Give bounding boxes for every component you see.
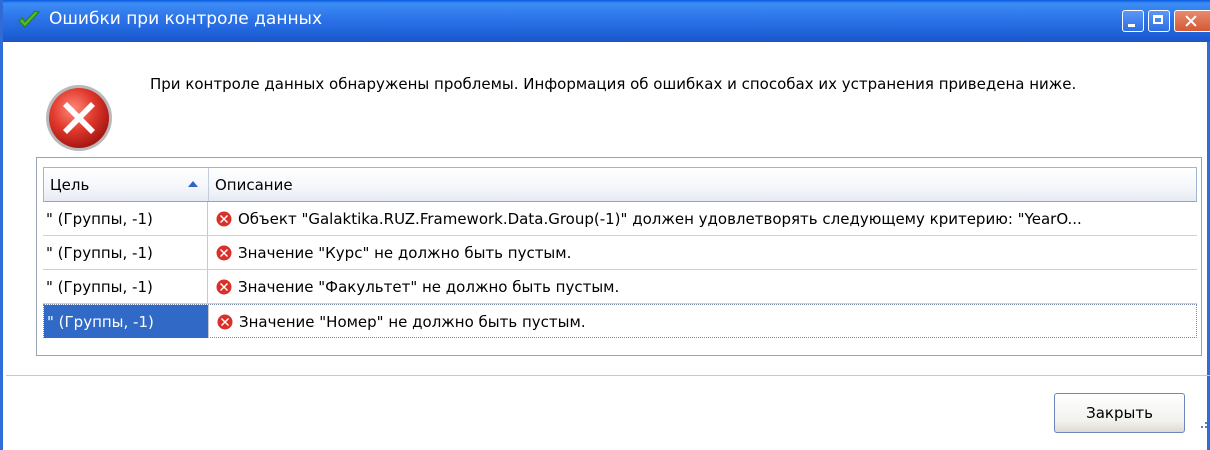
dialog-window: Ошибки при контроле данных При контроле … [0,0,1210,450]
description-cell[interactable]: Объект "Galaktika.RUZ.Framework.Data.Gro… [208,202,1195,235]
error-small-icon [216,279,232,295]
divider [6,375,1210,376]
target-cell-text: " (Группы, -1) [46,278,153,296]
description-cell[interactable]: Значение "Курс" не должно быть пустым. [208,236,1195,269]
green-checkmark-icon [18,10,40,28]
window-title: Ошибки при контроле данных [49,9,323,29]
column-header-description-label: Описание [215,176,293,194]
target-cell[interactable]: " (Группы, -1) [44,305,209,338]
table-row[interactable]: " (Группы, -1) Значение "Курс" не должно… [43,236,1197,270]
info-message: При контроле данных обнаружены проблемы.… [150,75,1077,93]
description-cell[interactable]: Значение "Факультет" не должно быть пуст… [208,270,1195,303]
table-row[interactable]: " (Группы, -1) Значение "Факультет" не д… [43,270,1197,304]
error-small-icon [216,211,232,227]
errors-grid[interactable]: Цель Описание " (Группы, -1) Объект "Gal… [36,157,1202,356]
description-cell[interactable]: Значение "Номер" не должно быть пустым. [209,305,1196,338]
maximize-button[interactable] [1148,10,1170,32]
column-header-description[interactable]: Описание [209,168,1196,201]
target-cell-text: " (Группы, -1) [46,210,153,228]
close-button[interactable]: Закрыть [1054,393,1185,433]
target-cell-text: " (Группы, -1) [47,313,154,331]
error-circle-icon [46,85,112,151]
target-cell-text: " (Группы, -1) [46,244,153,262]
description-cell-text: Значение "Курс" не должно быть пустым. [238,244,572,262]
minimize-button[interactable] [1122,10,1144,32]
target-cell[interactable]: " (Группы, -1) [43,202,208,235]
column-header-target[interactable]: Цель [44,168,209,201]
close-window-button[interactable] [1174,10,1210,32]
grid-header: Цель Описание [43,167,1197,202]
description-cell-text: Объект "Galaktika.RUZ.Framework.Data.Gro… [238,210,1082,228]
description-cell-text: Значение "Номер" не должно быть пустым. [239,313,586,331]
table-row[interactable]: " (Группы, -1) Объект "Galaktika.RUZ.Fra… [43,202,1197,236]
error-small-icon [216,245,232,261]
title-bar[interactable]: Ошибки при контроле данных [3,0,1210,42]
target-cell[interactable]: " (Группы, -1) [43,236,208,269]
resize-grip-icon[interactable] [1196,421,1208,433]
table-row-selected[interactable]: " (Группы, -1) Значение "Номер" не должн… [43,304,1197,338]
description-cell-text: Значение "Факультет" не должно быть пуст… [238,278,620,296]
target-cell[interactable]: " (Группы, -1) [43,270,208,303]
error-small-icon [217,314,233,330]
column-header-target-label: Цель [50,176,90,194]
sort-ascending-icon [188,181,198,187]
